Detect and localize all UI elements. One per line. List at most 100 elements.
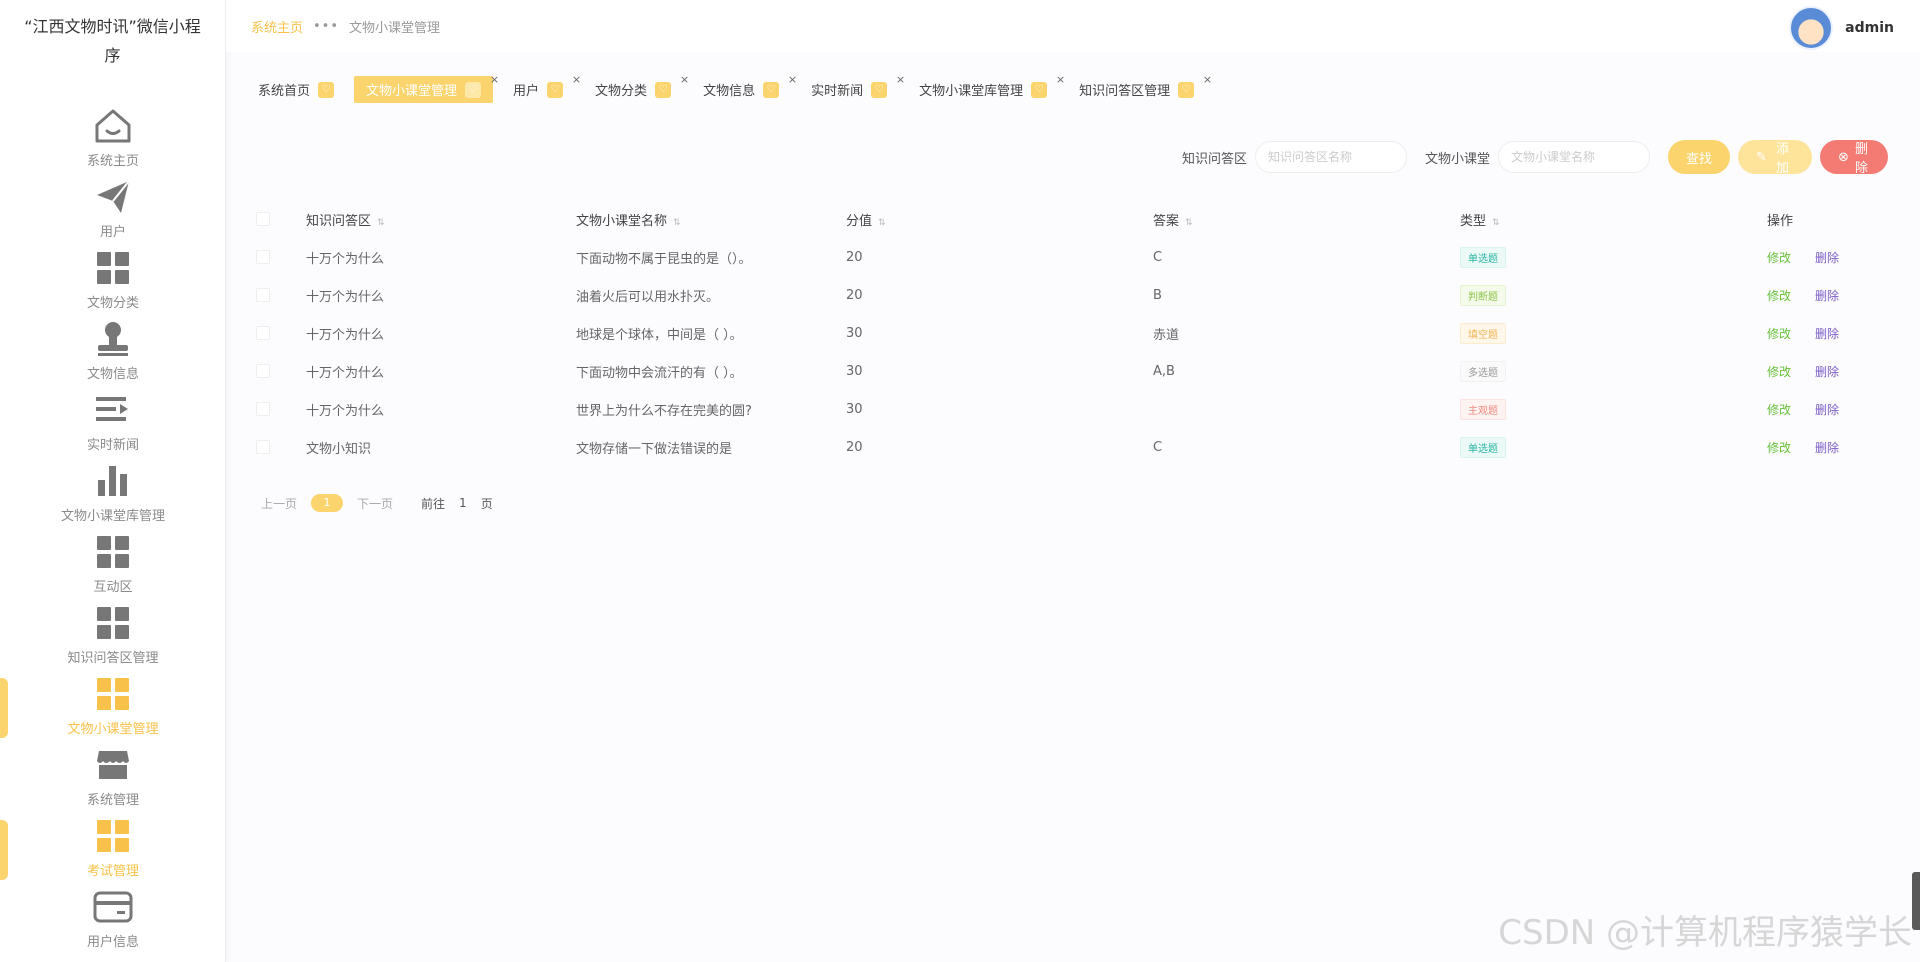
delete-link[interactable]: 删除 bbox=[1815, 325, 1839, 342]
cell-score: 30 bbox=[846, 363, 863, 379]
find-button[interactable]: 查找 bbox=[1668, 140, 1730, 174]
tab-news[interactable]: 实时新闻 ♡ × bbox=[799, 73, 905, 103]
close-icon[interactable]: × bbox=[680, 73, 689, 86]
close-icon[interactable]: × bbox=[1056, 73, 1065, 86]
sort-icon[interactable]: ⇅ bbox=[1185, 218, 1193, 228]
tab-icon: ♡ bbox=[465, 81, 482, 98]
table-row[interactable]: 十万个为什么 世界上为什么不存在完美的圆? 30 主观题 修改 删除 bbox=[256, 390, 1866, 428]
sort-icon[interactable]: ⇅ bbox=[878, 218, 886, 228]
sort-icon[interactable]: ⇅ bbox=[673, 218, 681, 228]
sidebar-item-interaction[interactable]: 互动区 bbox=[0, 526, 226, 597]
pagination: 上一页 1 下一页 前往 1 页 bbox=[261, 494, 493, 512]
cell-zone: 十万个为什么 bbox=[306, 365, 385, 381]
sidebar-item-label: 文物分类 bbox=[86, 296, 139, 311]
sidebar-item-category[interactable]: 文物分类 bbox=[0, 242, 226, 313]
next-page-button[interactable]: 下一页 bbox=[357, 495, 393, 512]
cell-zone: 文物小知识 bbox=[306, 441, 372, 457]
cell-name: 地球是个球体，中间是（ ）。 bbox=[576, 327, 743, 343]
row-checkbox[interactable] bbox=[256, 364, 270, 378]
sidebar-item-home[interactable]: 系统主页 bbox=[0, 100, 226, 171]
sidebar-item-exam[interactable]: 考试管理 bbox=[0, 810, 226, 881]
breadcrumb-separator: ••• bbox=[313, 19, 340, 34]
row-checkbox[interactable] bbox=[256, 440, 270, 454]
page-number-current[interactable]: 1 bbox=[311, 494, 344, 512]
delete-link[interactable]: 删除 bbox=[1815, 401, 1839, 418]
sidebar-item-user[interactable]: 用户 bbox=[0, 171, 226, 242]
table-row[interactable]: 十万个为什么 油着火后可以用水扑灭。 20 B 判断题 修改 删除 bbox=[256, 276, 1866, 314]
delete-link[interactable]: 删除 bbox=[1815, 439, 1839, 456]
close-icon[interactable]: × bbox=[1203, 73, 1212, 86]
prev-page-button[interactable]: 上一页 bbox=[261, 495, 297, 512]
col-header-score[interactable]: 分值 ⇅ bbox=[846, 210, 1153, 229]
sidebar-item-qa-manage[interactable]: 知识问答区管理 bbox=[0, 597, 226, 668]
tab-user[interactable]: 用户 ♡ × bbox=[501, 73, 581, 103]
tab-home[interactable]: 系统首页 ♡ bbox=[246, 76, 346, 103]
col-header-answer[interactable]: 答案 ⇅ bbox=[1153, 210, 1460, 229]
cell-name: 世界上为什么不存在完美的圆? bbox=[576, 403, 752, 419]
delete-link[interactable]: 删除 bbox=[1815, 287, 1839, 304]
sidebar-item-classroom-lib[interactable]: 文物小课堂库管理 bbox=[0, 455, 226, 526]
edit-link[interactable]: 修改 bbox=[1767, 401, 1791, 418]
tab-category[interactable]: 文物分类 ♡ × bbox=[583, 73, 689, 103]
delete-link[interactable]: 删除 bbox=[1815, 249, 1839, 266]
avatar[interactable] bbox=[1789, 6, 1834, 50]
goto-page-input[interactable]: 1 bbox=[459, 496, 467, 510]
col-header-type[interactable]: 类型 ⇅ bbox=[1460, 210, 1767, 229]
sidebar-item-label: 实时新闻 bbox=[86, 438, 139, 453]
add-button[interactable]: ✎ 添加 bbox=[1738, 140, 1812, 176]
tab-classroom-lib[interactable]: 文物小课堂库管理 ♡ × bbox=[907, 73, 1065, 103]
user-menu[interactable]: admin bbox=[1789, 6, 1894, 50]
tab-icon: ♡ bbox=[1178, 81, 1195, 98]
edit-link[interactable]: 修改 bbox=[1767, 363, 1791, 380]
sort-icon[interactable]: ⇅ bbox=[377, 218, 385, 228]
table-row[interactable]: 十万个为什么 下面动物中会流汗的有（ ）。 30 A,B 多选题 修改 删除 bbox=[256, 352, 1866, 390]
table-row[interactable]: 十万个为什么 地球是个球体，中间是（ ）。 30 赤道 填空题 修改 删除 bbox=[256, 314, 1866, 352]
row-checkbox[interactable] bbox=[256, 250, 270, 264]
tab-label: 系统首页 bbox=[258, 84, 311, 99]
sort-icon[interactable]: ⇅ bbox=[1492, 218, 1500, 228]
scrollbar-handle[interactable] bbox=[1912, 872, 1920, 930]
edit-link[interactable]: 修改 bbox=[1767, 439, 1791, 456]
classroom-input[interactable] bbox=[1498, 141, 1650, 173]
sidebar-item-relic-info[interactable]: 文物信息 bbox=[0, 313, 226, 384]
sidebar-item-news[interactable]: 实时新闻 bbox=[0, 384, 226, 455]
table-row[interactable]: 十万个为什么 下面动物不属于昆虫的是（）。 20 C 单选题 修改 删除 bbox=[256, 238, 1866, 276]
table-row[interactable]: 文物小知识 文物存储一下做法错误的是 20 C 单选题 修改 删除 bbox=[256, 428, 1866, 466]
sidebar-item-label: 文物信息 bbox=[86, 367, 139, 382]
type-badge: 判断题 bbox=[1460, 284, 1506, 306]
close-icon[interactable]: × bbox=[572, 73, 581, 86]
table-header: 知识问答区 ⇅ 文物小课堂名称 ⇅ 分值 ⇅ 答案 ⇅ 类型 ⇅ 操作 bbox=[256, 200, 1866, 238]
delete-button[interactable]: ⊗ 删除 bbox=[1820, 140, 1888, 176]
store-icon bbox=[91, 743, 135, 787]
edit-link[interactable]: 修改 bbox=[1767, 249, 1791, 266]
sidebar-item-system[interactable]: 系统管理 bbox=[0, 739, 226, 810]
tab-icon: ♡ bbox=[547, 81, 564, 98]
row-checkbox[interactable] bbox=[256, 326, 270, 340]
tab-label: 文物小课堂库管理 bbox=[919, 84, 1024, 99]
sidebar-item-user-info[interactable]: 用户信息 bbox=[0, 881, 226, 952]
col-header-name[interactable]: 文物小课堂名称 ⇅ bbox=[576, 210, 846, 229]
close-icon[interactable]: × bbox=[788, 73, 797, 86]
sidebar-item-classroom-manage[interactable]: 文物小课堂管理 bbox=[0, 668, 226, 739]
username[interactable]: admin bbox=[1845, 20, 1894, 36]
tab-relic-info[interactable]: 文物信息 ♡ × bbox=[691, 73, 797, 103]
row-checkbox[interactable] bbox=[256, 402, 270, 416]
qa-zone-input[interactable] bbox=[1254, 141, 1407, 173]
edit-link[interactable]: 修改 bbox=[1767, 287, 1791, 304]
cell-name: 下面动物中会流汗的有（ ）。 bbox=[576, 365, 743, 381]
cell-score: 30 bbox=[846, 401, 863, 417]
close-icon[interactable]: × bbox=[490, 73, 499, 86]
cell-zone: 十万个为什么 bbox=[306, 251, 385, 267]
cell-name: 下面动物不属于昆虫的是（）。 bbox=[576, 251, 752, 267]
sidebar-item-label: 文物小课堂管理 bbox=[67, 722, 159, 737]
tab-classroom-manage[interactable]: 文物小课堂管理 ♡ × bbox=[354, 73, 499, 103]
tab-qa-manage[interactable]: 知识问答区管理 ♡ × bbox=[1067, 73, 1212, 103]
delete-link[interactable]: 删除 bbox=[1815, 363, 1839, 380]
breadcrumb-home[interactable]: 系统主页 bbox=[251, 17, 303, 36]
type-badge: 单选题 bbox=[1460, 436, 1506, 458]
close-icon[interactable]: × bbox=[896, 73, 905, 86]
row-checkbox[interactable] bbox=[256, 288, 270, 302]
edit-link[interactable]: 修改 bbox=[1767, 325, 1791, 342]
select-all-checkbox[interactable] bbox=[256, 212, 270, 226]
col-header-zone[interactable]: 知识问答区 ⇅ bbox=[306, 210, 576, 229]
